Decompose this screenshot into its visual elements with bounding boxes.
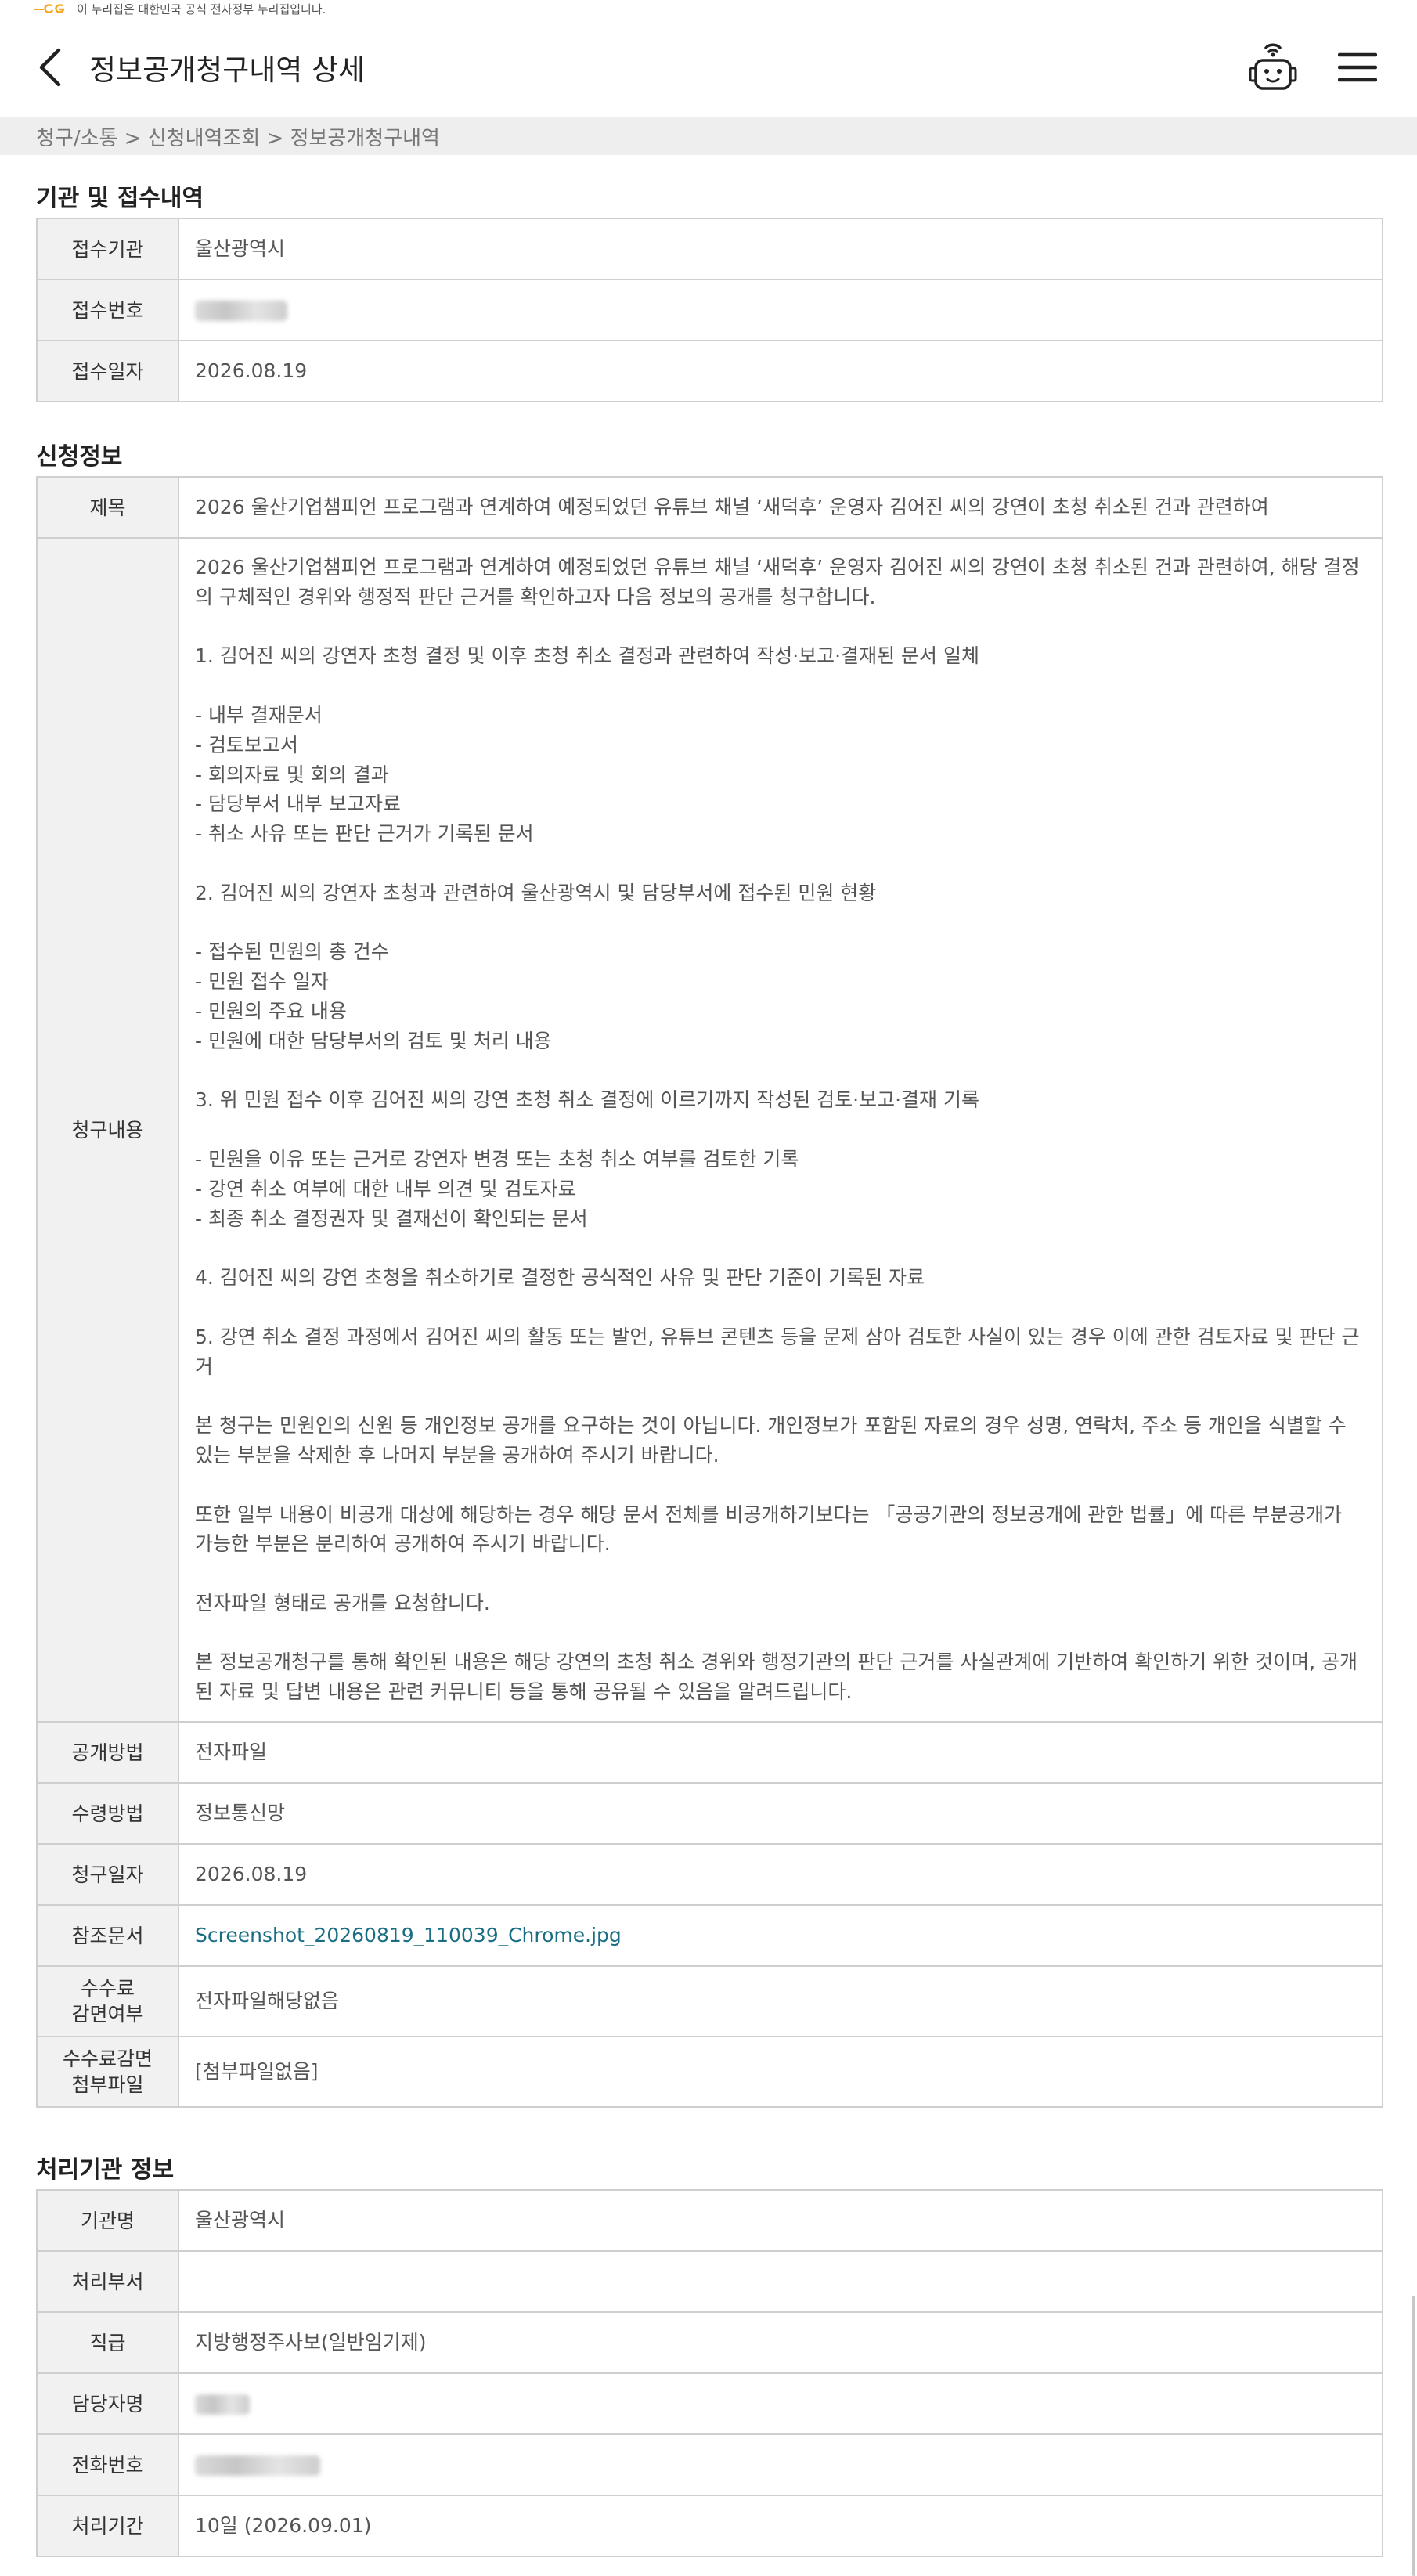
row-value [178,2250,1383,2314]
row-label: 수령방법 [36,1782,179,1845]
table-row: 수수료감면 첨부파일 [첨부파일없음] [36,2036,1383,2109]
scrollbar[interactable] [1411,0,1417,2576]
table-row: 기관명 울산광역시 [36,2189,1383,2253]
row-value: 전자파일해당없음 [178,1965,1383,2038]
table-row: 제목 2026 울산기업챔피언 프로그램과 연계하여 예정되었던 유튜브 채널 … [36,476,1383,539]
row-label: 담당자명 [36,2372,179,2436]
back-arrow-icon [39,48,61,87]
row-label: 수수료 감면여부 [36,1965,179,2038]
row-label: 접수기관 [36,218,179,280]
processing-agency-table: 기관명 울산광역시 처리부서 직급 지방행정주사보(일반임기제) 담당자명 전화… [36,2189,1383,2558]
gov-banner-text: 이 누리집은 대한민국 공식 전자정부 누리집입니다. [77,2,326,16]
table-row: 담당자명 [36,2372,1383,2436]
row-value-redacted [178,2433,1383,2497]
row-label: 제목 [36,476,179,539]
scrollbar-thumb[interactable] [1412,2296,1415,2576]
attachment-link[interactable]: Screenshot_20260819_110039_Chrome.jpg [195,1924,622,1946]
row-value: 2026.08.19 [178,1843,1383,1907]
row-value: 2026.08.19 [178,340,1383,402]
request-info-table: 제목 2026 울산기업챔피언 프로그램과 연계하여 예정되었던 유튜브 채널 … [36,476,1383,2109]
row-label: 수수료감면 첨부파일 [36,2036,179,2109]
egov-logo-icon [33,2,69,15]
table-row: 청구일자 2026.08.19 [36,1843,1383,1907]
section-title-reception: 기관 및 접수내역 [36,185,204,212]
page-title: 정보공개청구내역 상세 [89,53,366,87]
row-value: 지방행정주사보(일반임기제) [178,2311,1383,2375]
table-row: 직급 지방행정주사보(일반임기제) [36,2311,1383,2375]
row-label: 처리기간 [36,2495,179,2558]
row-label: 직급 [36,2311,179,2375]
app-header: 정보공개청구내역 상세 [0,17,1417,117]
breadcrumb: 청구/소통 > 신청내역조회 > 정보공개청구내역 [0,117,1417,155]
row-value-redacted [178,279,1383,341]
row-value: 울산광역시 [178,218,1383,280]
row-label: 공개방법 [36,1721,179,1784]
gov-banner: 이 누리집은 대한민국 공식 전자정부 누리집입니다. [0,0,1417,17]
hamburger-menu-icon [1338,52,1377,82]
reception-table: 접수기관 울산광역시 접수번호 접수일자 2026.08.19 [36,218,1383,402]
table-row: 참조문서 Screenshot_20260819_110039_Chrome.j… [36,1904,1383,1968]
redacted-blur [195,2455,320,2477]
back-button[interactable] [34,44,66,91]
section-title-processing-agency: 처리기관 정보 [36,2156,175,2185]
redacted-blur [195,2394,250,2415]
chatbot-button[interactable] [1245,39,1301,96]
row-value: 전자파일 [178,1721,1383,1784]
table-row: 전화번호 [36,2433,1383,2497]
section-title-request-info: 신청정보 [36,443,123,471]
row-value: 울산광역시 [178,2189,1383,2253]
row-label: 전화번호 [36,2433,179,2497]
row-label: 접수일자 [36,340,179,402]
table-row: 처리부서 [36,2250,1383,2314]
attachment-cell: Screenshot_20260819_110039_Chrome.jpg [178,1904,1383,1968]
table-row: 접수번호 [36,279,1383,341]
table-row: 수수료 감면여부 전자파일해당없음 [36,1965,1383,2038]
table-row: 공개방법 전자파일 [36,1721,1383,1784]
request-content: 2026 울산기업챔피언 프로그램과 연계하여 예정되었던 유튜브 채널 ‘새덕… [178,536,1383,1723]
row-label: 청구내용 [36,536,179,1723]
redacted-blur [195,301,287,321]
chatbot-icon [1249,43,1297,90]
row-value-redacted [178,2372,1383,2436]
header-actions [1245,39,1386,96]
table-row: 청구내용 2026 울산기업챔피언 프로그램과 연계하여 예정되었던 유튜브 채… [36,536,1383,1723]
row-value: [첨부파일없음] [178,2036,1383,2109]
row-label: 기관명 [36,2189,179,2253]
table-row: 수령방법 정보통신망 [36,1782,1383,1845]
table-row: 처리기간 10일 (2026.09.01) [36,2495,1383,2558]
row-label: 접수번호 [36,279,179,341]
table-row: 접수일자 2026.08.19 [36,340,1383,402]
row-label: 청구일자 [36,1843,179,1907]
row-value: 10일 (2026.09.01) [178,2495,1383,2558]
row-value: 정보통신망 [178,1782,1383,1845]
table-row: 접수기관 울산광역시 [36,218,1383,280]
request-subject: 2026 울산기업챔피언 프로그램과 연계하여 예정되었던 유튜브 채널 ‘새덕… [178,476,1383,539]
menu-button[interactable] [1329,39,1386,96]
row-label: 처리부서 [36,2250,179,2314]
row-label: 참조문서 [36,1904,179,1968]
